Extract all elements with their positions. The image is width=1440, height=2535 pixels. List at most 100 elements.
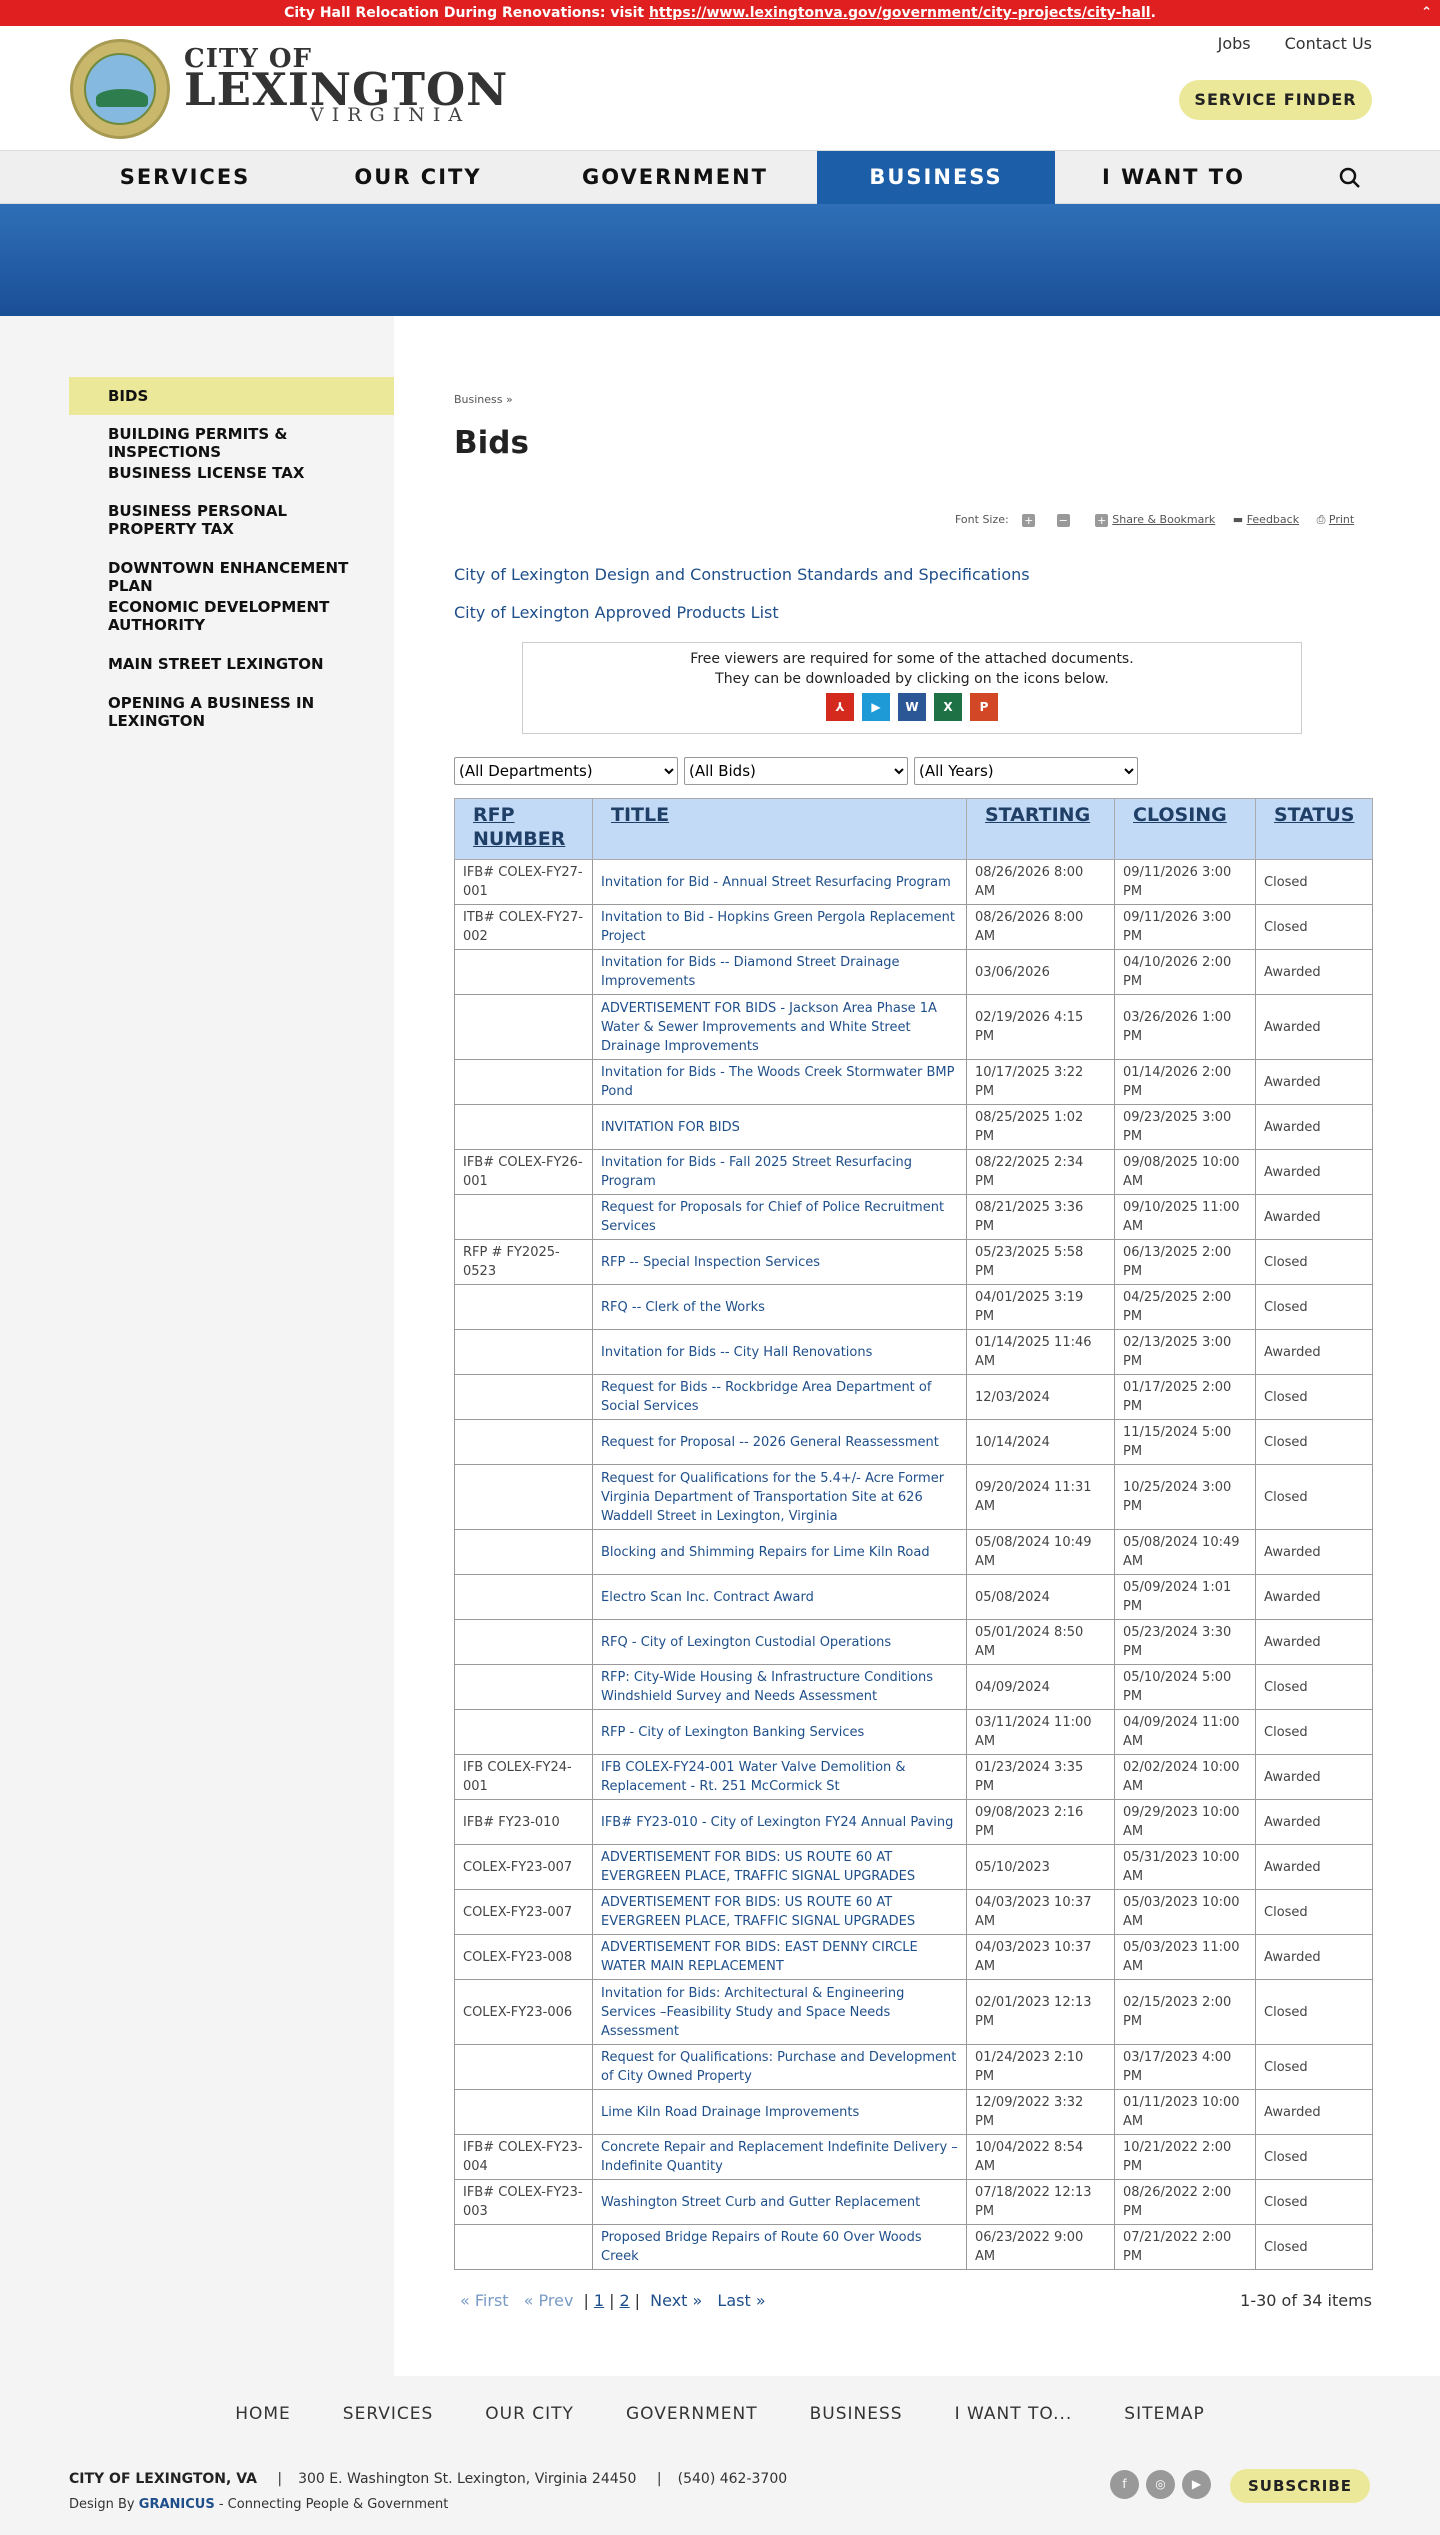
design-standards-link[interactable]: City of Lexington Design and Constructio… bbox=[454, 565, 1030, 584]
bid-title-link[interactable]: Invitation for Bids - The Woods Creek St… bbox=[601, 1065, 954, 1099]
sidebar-item-bids[interactable]: BIDS bbox=[69, 377, 394, 415]
powerpoint-icon[interactable]: P bbox=[970, 693, 998, 721]
word-icon[interactable]: W bbox=[898, 693, 926, 721]
instagram-icon[interactable]: ◎ bbox=[1146, 2470, 1175, 2499]
title-cell: ADVERTISEMENT FOR BIDS: US ROUTE 60 AT E… bbox=[592, 1889, 967, 1935]
feedback-link[interactable]: Feedback bbox=[1247, 513, 1299, 526]
bid-title-link[interactable]: Request for Qualifications for the 5.4+/… bbox=[601, 1471, 944, 1524]
pager-page-1[interactable]: 1 bbox=[594, 2291, 604, 2310]
table-row: Request for Proposal -- 2026 General Rea… bbox=[454, 1419, 1373, 1465]
bid-title-link[interactable]: Request for Proposal -- 2026 General Rea… bbox=[601, 1435, 939, 1450]
pager-first[interactable]: « First bbox=[460, 2291, 509, 2310]
footer-government[interactable]: GOVERNMENT bbox=[626, 2404, 758, 2424]
bid-title-link[interactable]: Invitation to Bid - Hopkins Green Pergol… bbox=[601, 910, 955, 944]
youtube-icon[interactable]: ▶ bbox=[1182, 2470, 1211, 2499]
rfp-number-cell bbox=[454, 1419, 593, 1465]
print-link[interactable]: Print bbox=[1329, 513, 1354, 526]
bid-title-link[interactable]: ADVERTISEMENT FOR BIDS: US ROUTE 60 AT E… bbox=[601, 1895, 915, 1929]
bid-title-link[interactable]: Invitation for Bids: Architectural & Eng… bbox=[601, 1986, 904, 2039]
bid-title-link[interactable]: ADVERTISEMENT FOR BIDS: EAST DENNY CIRCL… bbox=[601, 1940, 918, 1974]
collapse-icon[interactable]: ⌃ bbox=[1421, 0, 1432, 26]
year-select[interactable]: (All Years) bbox=[914, 757, 1138, 785]
footer-business[interactable]: BUSINESS bbox=[810, 2404, 903, 2424]
department-select[interactable]: (All Departments) bbox=[454, 757, 678, 785]
sidebar-item-downtown-enhancement-plan[interactable]: DOWNTOWN ENHANCEMENT PLAN bbox=[69, 559, 394, 595]
bid-type-select[interactable]: (All Bids) bbox=[684, 757, 908, 785]
facebook-icon[interactable]: f bbox=[1110, 2470, 1139, 2499]
bid-title-link[interactable]: Proposed Bridge Repairs of Route 60 Over… bbox=[601, 2230, 922, 2264]
breadcrumb[interactable]: Business » bbox=[454, 393, 513, 406]
bid-title-link[interactable]: Invitation for Bids -- Diamond Street Dr… bbox=[601, 955, 900, 989]
sidebar-item-opening-a-business[interactable]: OPENING A BUSINESS IN LEXINGTON bbox=[69, 694, 394, 730]
bid-title-link[interactable]: Concrete Repair and Replacement Indefini… bbox=[601, 2140, 958, 2174]
alert-link[interactable]: https://www.lexingtonva.gov/government/c… bbox=[649, 5, 1151, 21]
bid-title-link[interactable]: IFB COLEX-FY24-001 Water Valve Demolitio… bbox=[601, 1760, 906, 1794]
pdf-icon[interactable]: ⅄ bbox=[826, 693, 854, 721]
font-increase-icon[interactable]: + bbox=[1022, 513, 1036, 527]
rfp-number-cell bbox=[454, 1574, 593, 1620]
footer-our-city[interactable]: OUR CITY bbox=[485, 2404, 574, 2424]
excel-icon[interactable]: X bbox=[934, 693, 962, 721]
nav-services[interactable]: SERVICES bbox=[90, 151, 280, 204]
header-starting[interactable]: STARTING bbox=[966, 798, 1115, 860]
header-closing[interactable]: CLOSING bbox=[1114, 798, 1256, 860]
approved-products-link[interactable]: City of Lexington Approved Products List bbox=[454, 603, 779, 622]
bid-title-link[interactable]: IFB# FY23-010 - City of Lexington FY24 A… bbox=[601, 1815, 953, 1830]
search-icon[interactable] bbox=[1320, 151, 1380, 204]
rfp-number-cell bbox=[454, 2224, 593, 2270]
service-finder-button[interactable]: SERVICE FINDER bbox=[1179, 80, 1372, 120]
bid-title-link[interactable]: INVITATION FOR BIDS bbox=[601, 1120, 740, 1135]
footer-home[interactable]: HOME bbox=[235, 2404, 291, 2424]
sidebar-item-business-personal-property-tax[interactable]: BUSINESS PERSONAL PROPERTY TAX bbox=[69, 502, 394, 538]
bid-title-link[interactable]: Blocking and Shimming Repairs for Lime K… bbox=[601, 1545, 930, 1560]
footer-services[interactable]: SERVICES bbox=[343, 2404, 433, 2424]
bid-title-link[interactable]: RFP -- Special Inspection Services bbox=[601, 1255, 820, 1270]
bid-title-link[interactable]: Request for Bids -- Rockbridge Area Depa… bbox=[601, 1380, 931, 1414]
sidebar-item-building-permits[interactable]: BUILDING PERMITS & INSPECTIONS bbox=[69, 425, 394, 461]
bid-title-link[interactable]: RFQ - City of Lexington Custodial Operat… bbox=[601, 1635, 891, 1650]
bid-title-link[interactable]: Invitation for Bids - Fall 2025 Street R… bbox=[601, 1155, 912, 1189]
jobs-link[interactable]: Jobs bbox=[1218, 34, 1251, 53]
rfp-number-cell bbox=[454, 1664, 593, 1710]
bid-title-link[interactable]: Invitation for Bid - Annual Street Resur… bbox=[601, 875, 951, 890]
nav-our-city[interactable]: OUR CITY bbox=[320, 151, 516, 204]
rfp-number-cell bbox=[454, 1529, 593, 1575]
nav-business[interactable]: BUSINESS bbox=[817, 151, 1055, 204]
pager-page-2[interactable]: 2 bbox=[619, 2291, 629, 2310]
granicus-link[interactable]: GRANICUS bbox=[139, 2497, 215, 2512]
footer-sitemap[interactable]: SITEMAP bbox=[1124, 2404, 1204, 2424]
nav-government[interactable]: GOVERNMENT bbox=[565, 151, 785, 204]
share-bookmark-link[interactable]: Share & Bookmark bbox=[1112, 513, 1215, 526]
table-row: IFB# COLEX-FY23-004 Concrete Repair and R… bbox=[454, 2134, 1373, 2180]
header-status[interactable]: STATUS bbox=[1255, 798, 1373, 860]
bid-title-link[interactable]: Invitation for Bids -- City Hall Renovat… bbox=[601, 1345, 872, 1360]
bid-title-link[interactable]: Lime Kiln Road Drainage Improvements bbox=[601, 2105, 859, 2120]
sidebar-item-economic-development-authority[interactable]: ECONOMIC DEVELOPMENT AUTHORITY bbox=[69, 598, 394, 634]
bid-title-link[interactable]: RFP: City-Wide Housing & Infrastructure … bbox=[601, 1670, 933, 1704]
bid-title-link[interactable]: ADVERTISEMENT FOR BIDS - Jackson Area Ph… bbox=[601, 1001, 937, 1054]
pager-last[interactable]: Last » bbox=[717, 2291, 765, 2310]
subscribe-button[interactable]: SUBSCRIBE bbox=[1230, 2469, 1370, 2503]
rfp-number-cell: IFB# COLEX-FY23-003 bbox=[454, 2179, 593, 2225]
starting-cell: 08/26/2026 8:00 AM bbox=[966, 859, 1115, 905]
bid-title-link[interactable]: Request for Qualifications: Purchase and… bbox=[601, 2050, 956, 2084]
bid-title-link[interactable]: Request for Proposals for Chief of Polic… bbox=[601, 1200, 944, 1234]
pager-next[interactable]: Next » bbox=[650, 2291, 702, 2310]
bid-title-link[interactable]: RFP - City of Lexington Banking Services bbox=[601, 1725, 864, 1740]
pager-prev[interactable]: « Prev bbox=[524, 2291, 574, 2310]
header-rfp-number[interactable]: RFP NUMBER bbox=[454, 798, 593, 860]
nav-i-want-to[interactable]: I WANT TO bbox=[1075, 151, 1272, 204]
city-seal-logo[interactable] bbox=[70, 39, 170, 139]
bid-title-link[interactable]: RFQ -- Clerk of the Works bbox=[601, 1300, 765, 1315]
status-cell: Closed bbox=[1255, 1374, 1373, 1420]
footer-i-want-to[interactable]: I WANT TO... bbox=[955, 2404, 1073, 2424]
media-icon[interactable]: ▶ bbox=[862, 693, 890, 721]
contact-link[interactable]: Contact Us bbox=[1285, 34, 1372, 53]
sidebar-item-business-license-tax[interactable]: BUSINESS LICENSE TAX bbox=[69, 464, 394, 482]
bid-title-link[interactable]: Electro Scan Inc. Contract Award bbox=[601, 1590, 814, 1605]
header-title[interactable]: TITLE bbox=[592, 798, 967, 860]
font-decrease-icon[interactable]: − bbox=[1056, 513, 1070, 527]
bid-title-link[interactable]: Washington Street Curb and Gutter Replac… bbox=[601, 2195, 920, 2210]
bid-title-link[interactable]: ADVERTISEMENT FOR BIDS: US ROUTE 60 AT E… bbox=[601, 1850, 915, 1884]
sidebar-item-main-street-lexington[interactable]: MAIN STREET LEXINGTON bbox=[69, 655, 394, 673]
